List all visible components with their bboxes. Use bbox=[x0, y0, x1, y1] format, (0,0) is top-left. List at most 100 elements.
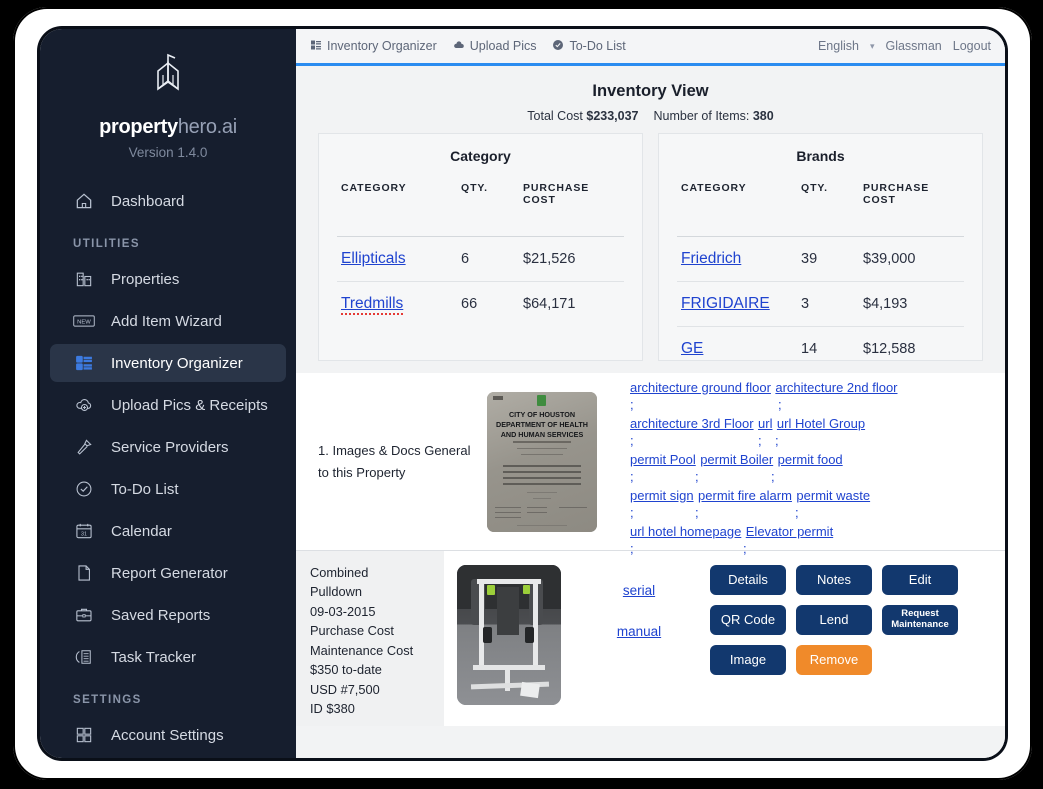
brand-link[interactable]: GE bbox=[681, 340, 703, 357]
doc-link[interactable]: architecture ground floor bbox=[630, 380, 771, 395]
logout-link[interactable]: Logout bbox=[953, 39, 991, 53]
hammer-icon bbox=[73, 436, 95, 458]
link-separator-row: ;;; bbox=[630, 469, 993, 487]
category-link[interactable]: Ellipticals bbox=[341, 250, 406, 267]
separator: ; bbox=[775, 432, 779, 448]
doc-link[interactable]: permit fire alarm bbox=[698, 488, 792, 503]
brand-qty: 14 bbox=[797, 326, 859, 360]
summary-tables: Category CATEGORY QTY. PURCHASE COST Ell… bbox=[296, 133, 1005, 361]
category-qty: 6 bbox=[457, 236, 519, 282]
notes-button[interactable]: Notes bbox=[796, 565, 872, 595]
sidebar-item-service-providers[interactable]: Service Providers bbox=[50, 428, 286, 466]
table-header-row: CATEGORY QTY. PURCHASE COST bbox=[337, 178, 624, 237]
category-cost: $21,526 bbox=[519, 236, 624, 282]
brand-link[interactable]: Friedrich bbox=[681, 250, 741, 267]
qr-code-button[interactable]: QR Code bbox=[710, 605, 786, 635]
sidebar-item-upload-pics-receipts[interactable]: Upload Pics & Receipts bbox=[50, 386, 286, 424]
page-content: Inventory View Total Cost $233,037 Numbe… bbox=[296, 66, 1005, 758]
sidebar-item-label: Upload Pics & Receipts bbox=[111, 396, 268, 414]
item-meta-line: 09-03-2015 bbox=[310, 603, 376, 619]
cloud-upload-icon bbox=[73, 394, 95, 416]
details-button[interactable]: Details bbox=[710, 565, 786, 595]
topnav-item-to-do-list[interactable]: To-Do List bbox=[552, 39, 626, 54]
doc-link[interactable]: Elevator permit bbox=[746, 524, 833, 539]
link-line: permit sign permit fire alarm permit was… bbox=[630, 487, 993, 505]
separator: ; bbox=[695, 468, 699, 484]
doc-link[interactable]: permit food bbox=[778, 452, 843, 467]
sidebar-item-report-generator[interactable]: Report Generator bbox=[50, 554, 286, 592]
property-documents-row: 1. Images & Docs General to this Propert… bbox=[296, 373, 1005, 556]
sidebar-item-add-item-wizard[interactable]: NEW Add Item Wizard bbox=[50, 302, 286, 340]
document-thumbnail[interactable]: CITY OF HOUSTON DEPARTMENT OF HEALTH AND… bbox=[478, 373, 606, 550]
topnav-links: Inventory Organizer Upload Pics To-Do Li… bbox=[310, 39, 626, 54]
table-row: GE 14 $12,588 bbox=[677, 326, 964, 360]
total-cost-label: Total Cost bbox=[527, 109, 583, 123]
sidebar-section-settings: SETTINGS bbox=[73, 694, 142, 706]
item-meta-line: Combined bbox=[310, 565, 369, 580]
item-meta-line: Purchase Cost bbox=[310, 623, 394, 639]
topnav-item-label: Upload Pics bbox=[469, 39, 537, 53]
link-line: url hotel homepage Elevator permit bbox=[630, 523, 993, 541]
doc-link[interactable]: url Hotel Group bbox=[777, 416, 865, 431]
sidebar-item-properties[interactable]: Properties bbox=[50, 260, 286, 298]
topnav-item-upload-pics[interactable]: Upload Pics bbox=[453, 39, 537, 54]
lend-button[interactable]: Lend bbox=[796, 605, 872, 635]
category-link[interactable]: Tredmills bbox=[341, 295, 404, 315]
chevron-down-icon[interactable]: ▾ bbox=[870, 41, 875, 52]
items-count-value: 380 bbox=[752, 109, 774, 123]
brand-block: propertyhero.ai Version 1.4.0 bbox=[40, 29, 296, 164]
doc-line-1: CITY OF HOUSTON bbox=[508, 409, 576, 419]
category-table: CATEGORY QTY. PURCHASE COST Ellipticals … bbox=[337, 178, 624, 326]
column-header-qty: QTY. bbox=[801, 182, 828, 194]
doc-link[interactable]: url bbox=[758, 416, 772, 431]
edit-button[interactable]: Edit bbox=[882, 565, 958, 595]
brands-card-title: Brands bbox=[796, 148, 845, 164]
brand-link[interactable]: FRIGIDAIRE bbox=[681, 295, 770, 312]
serial-link[interactable]: serial bbox=[574, 583, 704, 598]
item-photo[interactable] bbox=[444, 551, 574, 726]
sidebar-item-inventory-organizer[interactable]: Inventory Organizer bbox=[50, 344, 286, 382]
separator: ; bbox=[630, 396, 634, 412]
language-selector[interactable]: English bbox=[818, 39, 859, 53]
sidebar-item-label: Saved Reports bbox=[111, 606, 211, 624]
request-maintenance-button[interactable]: Request Maintenance bbox=[882, 605, 958, 635]
brand-qty: 39 bbox=[797, 236, 859, 282]
topnav-item-inventory-organizer[interactable]: Inventory Organizer bbox=[310, 39, 437, 54]
check-icon bbox=[552, 39, 564, 54]
sidebar-item-account-settings[interactable]: Account Settings bbox=[50, 716, 286, 754]
sidebar-item-to-do-list[interactable]: To-Do List bbox=[50, 470, 286, 508]
sidebar-item-dashboard[interactable]: Dashboard bbox=[50, 182, 286, 220]
separator: ; bbox=[695, 504, 699, 520]
remove-button[interactable]: Remove bbox=[796, 645, 872, 675]
sidebar-item-saved-reports[interactable]: Saved Reports bbox=[50, 596, 286, 634]
doc-link[interactable]: url hotel homepage bbox=[630, 524, 741, 539]
brands-card: Brands CATEGORY QTY. PURCHASE COST Fried… bbox=[658, 133, 983, 361]
doc-link[interactable]: architecture 2nd floor bbox=[775, 380, 897, 395]
doc-link[interactable]: architecture 3rd Floor bbox=[630, 416, 754, 431]
sidebar-item-label: Dashboard bbox=[111, 192, 185, 210]
doc-link[interactable]: permit Pool bbox=[630, 452, 696, 467]
item-metadata: Combined Pulldown 09-03-2015 Purchase Co… bbox=[296, 551, 444, 726]
sidebar-item-calendar[interactable]: 31 Calendar bbox=[50, 512, 286, 550]
button-row: QR Code Lend Request Maintenance bbox=[710, 605, 995, 635]
check-circle-icon bbox=[73, 478, 95, 500]
category-qty: 66 bbox=[457, 281, 519, 326]
manual-link[interactable]: manual bbox=[574, 624, 704, 639]
doc-link[interactable]: permit Boiler bbox=[700, 452, 773, 467]
sidebar-item-label: Task Tracker bbox=[111, 648, 197, 666]
houston-permit-image: CITY OF HOUSTON DEPARTMENT OF HEALTH AND… bbox=[487, 391, 597, 532]
item-meta-line: USD #7,500 bbox=[310, 681, 380, 697]
device-frame: propertyhero.ai Version 1.4.0 Dashboard … bbox=[13, 7, 1032, 780]
image-button[interactable]: Image bbox=[710, 645, 786, 675]
sidebar-item-task-tracker[interactable]: Task Tracker bbox=[50, 638, 286, 676]
doc-link[interactable]: permit sign bbox=[630, 488, 694, 503]
link-line: permit Pool permit Boiler permit food bbox=[630, 451, 993, 469]
home-icon bbox=[73, 190, 95, 212]
app-window: propertyhero.ai Version 1.4.0 Dashboard … bbox=[40, 29, 1005, 758]
item-meta-line: Maintenance Cost bbox=[310, 642, 414, 658]
column-header-purchase-cost: PURCHASE COST bbox=[523, 182, 590, 206]
doc-link[interactable]: permit waste bbox=[796, 488, 870, 503]
user-name[interactable]: Glassman bbox=[885, 39, 941, 53]
category-card-title: Category bbox=[450, 148, 511, 164]
topnav-item-label: Inventory Organizer bbox=[327, 39, 437, 53]
